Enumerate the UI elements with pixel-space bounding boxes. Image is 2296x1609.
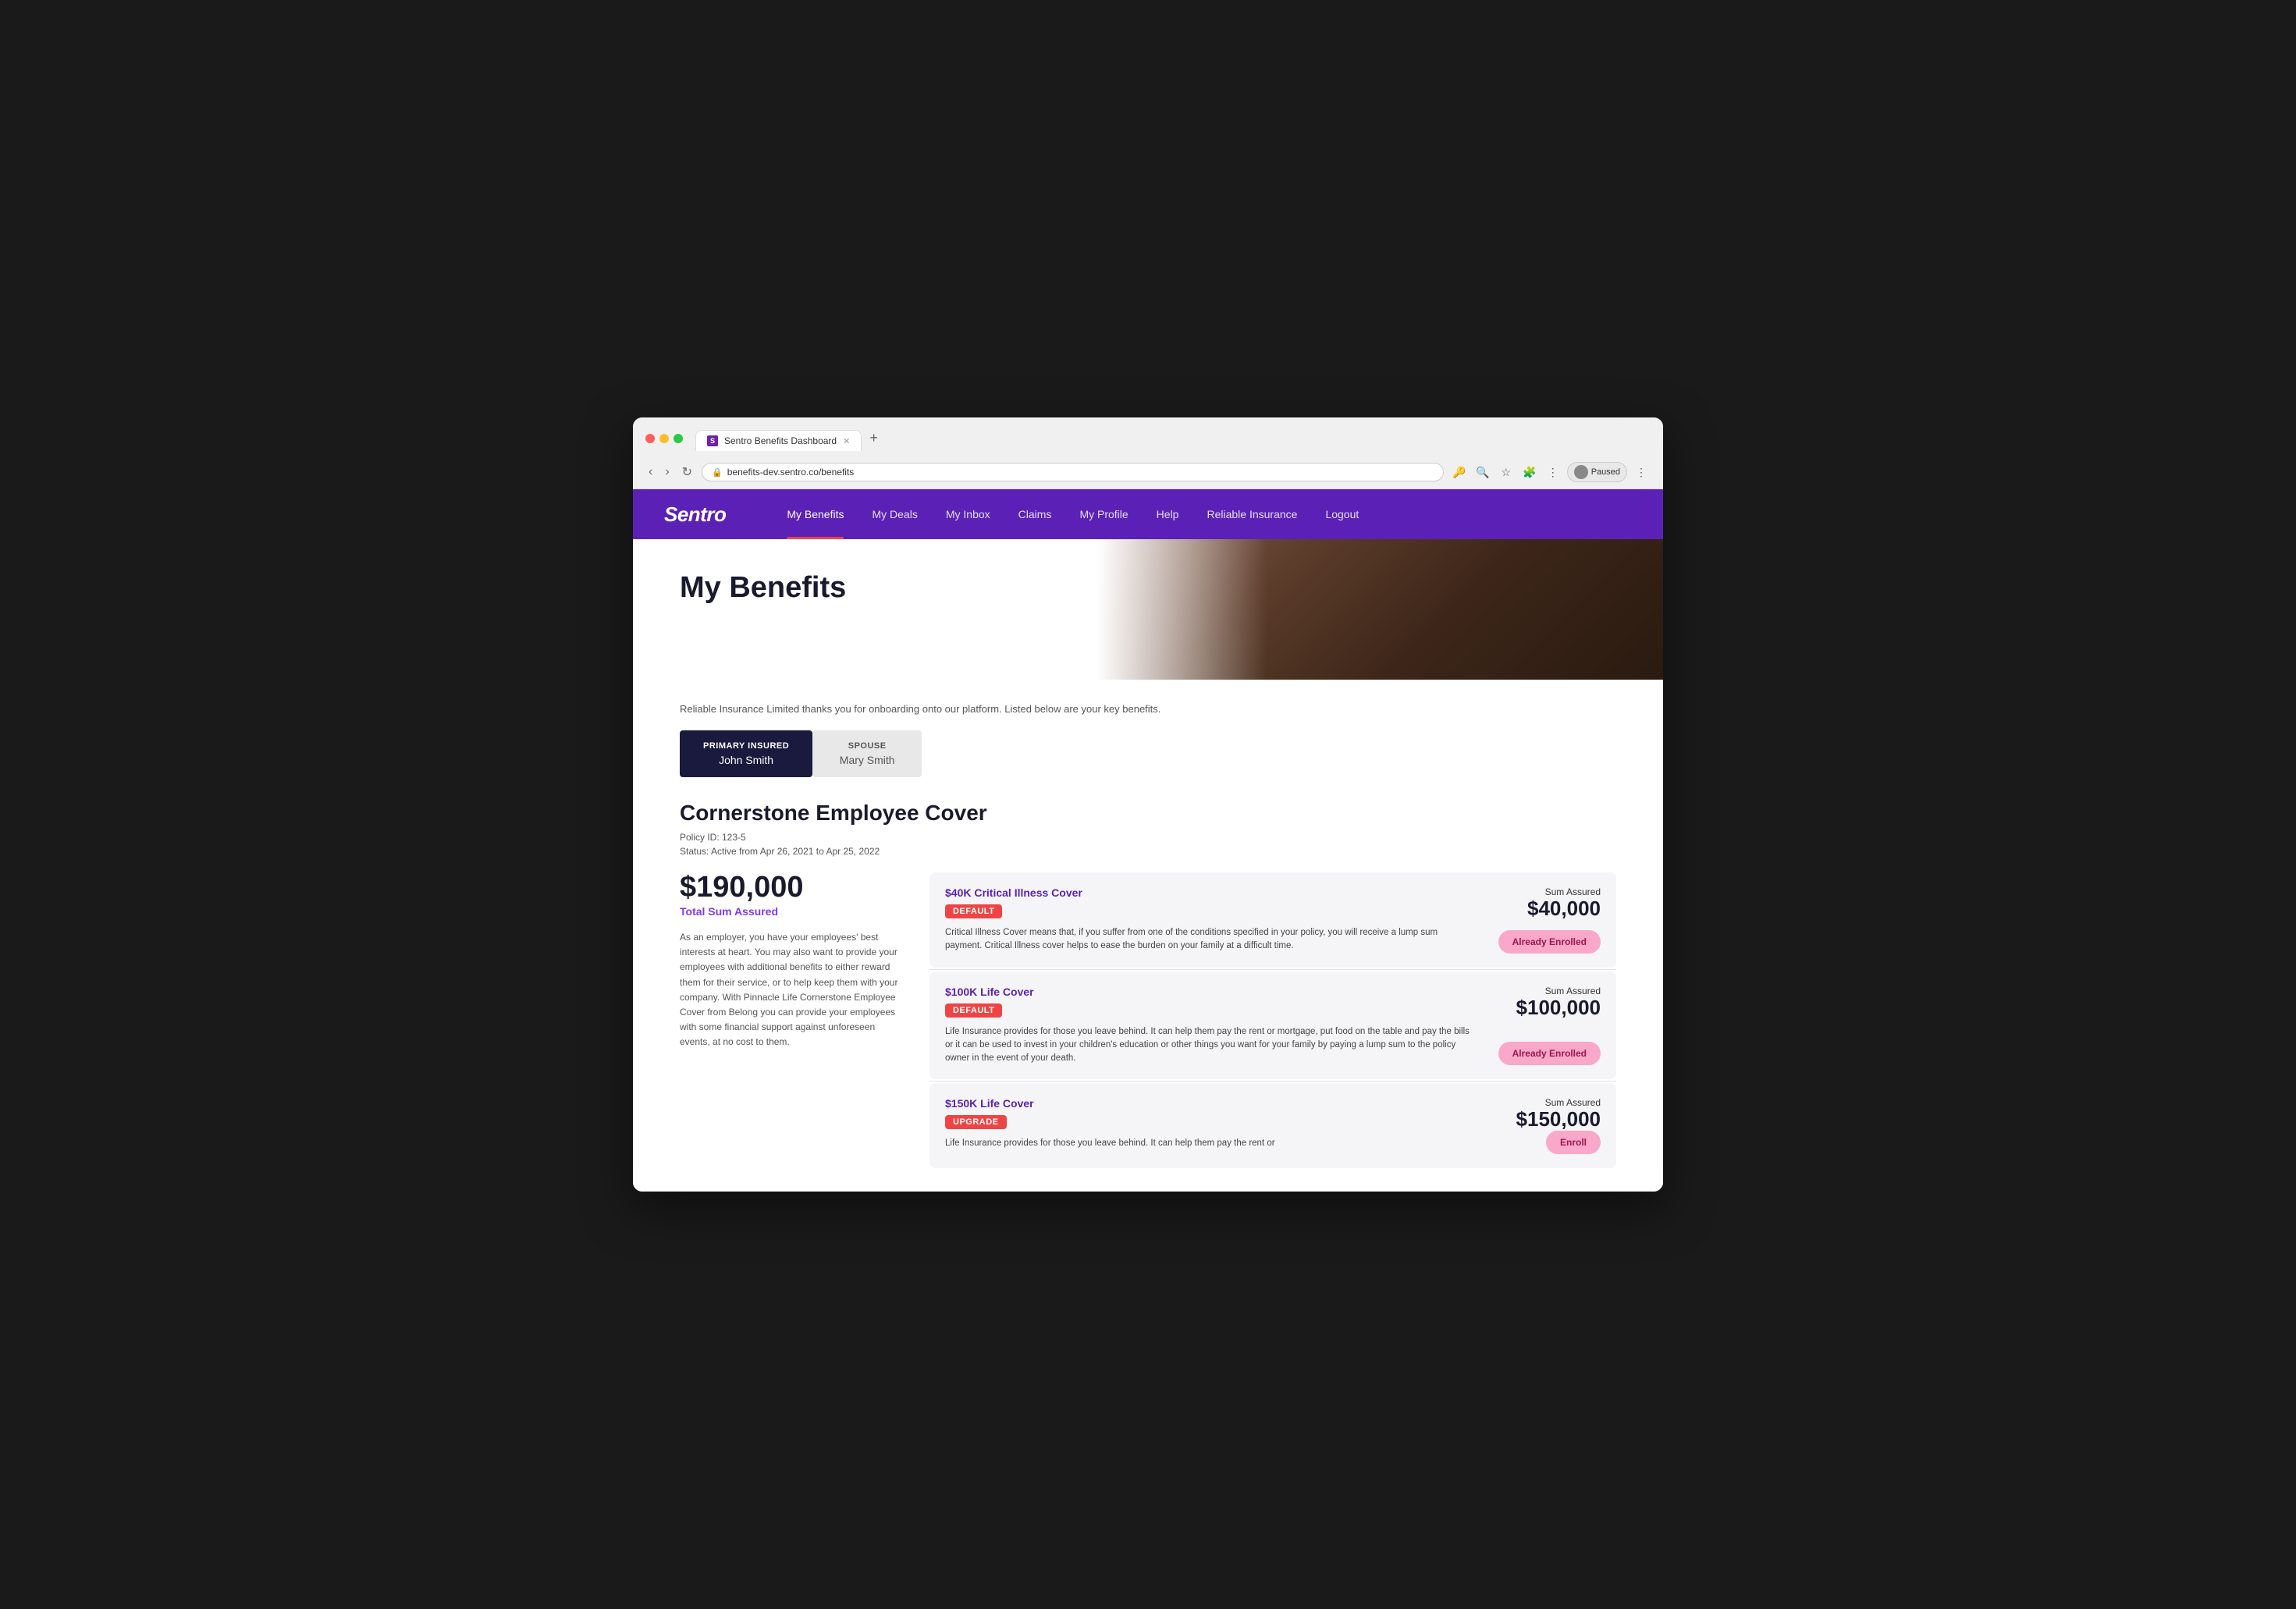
cover-card-main-3: $150K Life Cover UPGRADE Life Insurance … xyxy=(945,1097,1476,1154)
nav-my-benefits[interactable]: My Benefits xyxy=(773,489,858,539)
reload-button[interactable]: ↻ xyxy=(679,463,695,481)
extensions-icon[interactable]: 🧩 xyxy=(1520,463,1539,481)
hero-content: My Benefits xyxy=(633,539,1663,638)
sum-label-1: Sum Assured xyxy=(1527,886,1601,897)
cover-card-critical-illness: $40K Critical Illness Cover DEFAULT Crit… xyxy=(929,872,1616,968)
total-sum-label: Total Sum Assured xyxy=(680,905,898,918)
cover-desc-3: Life Insurance provides for those you le… xyxy=(945,1137,1476,1150)
divider-2 xyxy=(929,1081,1616,1082)
cover-name-1: $40K Critical Illness Cover xyxy=(945,886,1476,899)
total-sum-amount: $190,000 xyxy=(680,872,898,902)
cover-card-main-2: $100K Life Cover DEFAULT Life Insurance … xyxy=(945,986,1476,1066)
cover-name-3: $150K Life Cover xyxy=(945,1097,1476,1110)
cover-badge-2: DEFAULT xyxy=(945,1003,1002,1018)
cover-card-life-100k: $100K Life Cover DEFAULT Life Insurance … xyxy=(929,971,1616,1080)
brand-name: Sentro xyxy=(664,503,726,526)
cover-name-2: $100K Life Cover xyxy=(945,986,1476,998)
minimize-button[interactable] xyxy=(659,434,669,443)
forward-button[interactable]: › xyxy=(662,464,672,481)
tab-title: Sentro Benefits Dashboard xyxy=(724,435,837,446)
title-bar: S Sentro Benefits Dashboard ✕ + xyxy=(645,425,1651,451)
policy-status: Status: Active from Apr 26, 2021 to Apr … xyxy=(680,846,1616,857)
nav-my-deals[interactable]: My Deals xyxy=(858,489,931,539)
welcome-text: Reliable Insurance Limited thanks you fo… xyxy=(680,703,1616,715)
nav-my-profile[interactable]: My Profile xyxy=(1065,489,1142,539)
covers-list: $40K Critical Illness Cover DEFAULT Crit… xyxy=(929,872,1616,1168)
spouse-name: Mary Smith xyxy=(836,754,898,766)
browser-chrome: S Sentro Benefits Dashboard ✕ + ‹ › ↻ 🔒 … xyxy=(633,417,1663,489)
sum-label-3: Sum Assured xyxy=(1516,1097,1601,1108)
nav-logout[interactable]: Logout xyxy=(1311,489,1373,539)
cover-card-right-2: Sum Assured $100,000 Already Enrolled xyxy=(1491,986,1601,1066)
nav-reliable-insurance[interactable]: Reliable Insurance xyxy=(1192,489,1311,539)
brand-logo: Sentro xyxy=(664,503,726,527)
policy-body: $190,000 Total Sum Assured As an employe… xyxy=(680,872,1616,1168)
cover-card-life-150k: $150K Life Cover UPGRADE Life Insurance … xyxy=(929,1083,1616,1168)
sum-amount-3: $150,000 xyxy=(1516,1108,1601,1131)
enroll-button-3[interactable]: Enroll xyxy=(1546,1131,1601,1154)
cover-badge-3: UPGRADE xyxy=(945,1115,1007,1129)
policy-title: Cornerstone Employee Cover xyxy=(680,801,1616,826)
insured-tabs: PRIMARY INSURED John Smith SPOUSE Mary S… xyxy=(680,730,1616,777)
tab-favicon: S xyxy=(707,435,718,446)
policy-id: Policy ID: 123-5 xyxy=(680,832,1616,843)
sum-info-2: Sum Assured $100,000 xyxy=(1516,986,1601,1019)
key-icon[interactable]: 🔑 xyxy=(1450,463,1469,481)
hero-banner: My Benefits xyxy=(633,539,1663,680)
profile-avatar xyxy=(1574,465,1588,479)
enroll-button-1[interactable]: Already Enrolled xyxy=(1498,930,1601,954)
url-text: benefits-dev.sentro.co/benefits xyxy=(727,467,855,478)
settings-icon[interactable]: ⋮ xyxy=(1544,463,1562,481)
main-content: Reliable Insurance Limited thanks you fo… xyxy=(633,680,1663,1192)
search-icon[interactable]: 🔍 xyxy=(1473,463,1492,481)
primary-insured-name: John Smith xyxy=(703,754,789,766)
enroll-button-2[interactable]: Already Enrolled xyxy=(1498,1042,1601,1065)
nav-my-inbox[interactable]: My Inbox xyxy=(932,489,1004,539)
close-button[interactable] xyxy=(645,434,655,443)
policy-summary: $190,000 Total Sum Assured As an employe… xyxy=(680,872,898,1168)
active-tab[interactable]: S Sentro Benefits Dashboard ✕ xyxy=(695,430,862,451)
cover-card-main-1: $40K Critical Illness Cover DEFAULT Crit… xyxy=(945,886,1476,954)
address-bar[interactable]: 🔒 benefits-dev.sentro.co/benefits xyxy=(702,463,1444,481)
divider-1 xyxy=(929,969,1616,970)
new-tab-button[interactable]: + xyxy=(862,425,886,451)
page-title: My Benefits xyxy=(680,570,1616,606)
cover-badge-1: DEFAULT xyxy=(945,904,1002,918)
profile-button[interactable]: Paused xyxy=(1567,462,1627,482)
lock-icon: 🔒 xyxy=(712,467,723,478)
cover-card-right-1: Sum Assured $40,000 Already Enrolled xyxy=(1491,886,1601,954)
menu-icon[interactable]: ⋮ xyxy=(1632,463,1651,481)
nav-help[interactable]: Help xyxy=(1143,489,1193,539)
sum-amount-2: $100,000 xyxy=(1516,996,1601,1019)
profile-label: Paused xyxy=(1591,467,1620,477)
bookmark-icon[interactable]: ☆ xyxy=(1497,463,1516,481)
browser-tabs: S Sentro Benefits Dashboard ✕ + xyxy=(695,425,1651,451)
browser-toolbar: ‹ › ↻ 🔒 benefits-dev.sentro.co/benefits … xyxy=(645,457,1651,488)
cover-desc-2: Life Insurance provides for those you le… xyxy=(945,1025,1476,1066)
policy-description: As an employer, you have your employees'… xyxy=(680,930,898,1050)
sum-label-2: Sum Assured xyxy=(1516,986,1601,996)
maximize-button[interactable] xyxy=(674,434,683,443)
primary-insured-role: PRIMARY INSURED xyxy=(703,741,789,751)
tab-close-icon[interactable]: ✕ xyxy=(843,436,850,446)
primary-insured-tab[interactable]: PRIMARY INSURED John Smith xyxy=(680,730,812,777)
traffic-lights xyxy=(645,434,683,443)
app-content: Sentro My Benefits My Deals My Inbox Cla… xyxy=(633,489,1663,1192)
sum-amount-1: $40,000 xyxy=(1527,897,1601,920)
sum-info-3: Sum Assured $150,000 xyxy=(1516,1097,1601,1131)
top-nav: Sentro My Benefits My Deals My Inbox Cla… xyxy=(633,489,1663,539)
nav-links: My Benefits My Deals My Inbox Claims My … xyxy=(773,489,1632,539)
spouse-tab[interactable]: SPOUSE Mary Smith xyxy=(812,730,922,777)
spouse-role: SPOUSE xyxy=(836,741,898,751)
toolbar-actions: 🔑 🔍 ☆ 🧩 ⋮ Paused ⋮ xyxy=(1450,462,1651,482)
cover-card-right-3: Sum Assured $150,000 Enroll xyxy=(1491,1097,1601,1154)
nav-claims[interactable]: Claims xyxy=(1004,489,1066,539)
cover-desc-1: Critical Illness Cover means that, if yo… xyxy=(945,926,1476,954)
sum-info-1: Sum Assured $40,000 xyxy=(1527,886,1601,920)
browser-window: S Sentro Benefits Dashboard ✕ + ‹ › ↻ 🔒 … xyxy=(633,417,1663,1192)
back-button[interactable]: ‹ xyxy=(645,464,656,481)
